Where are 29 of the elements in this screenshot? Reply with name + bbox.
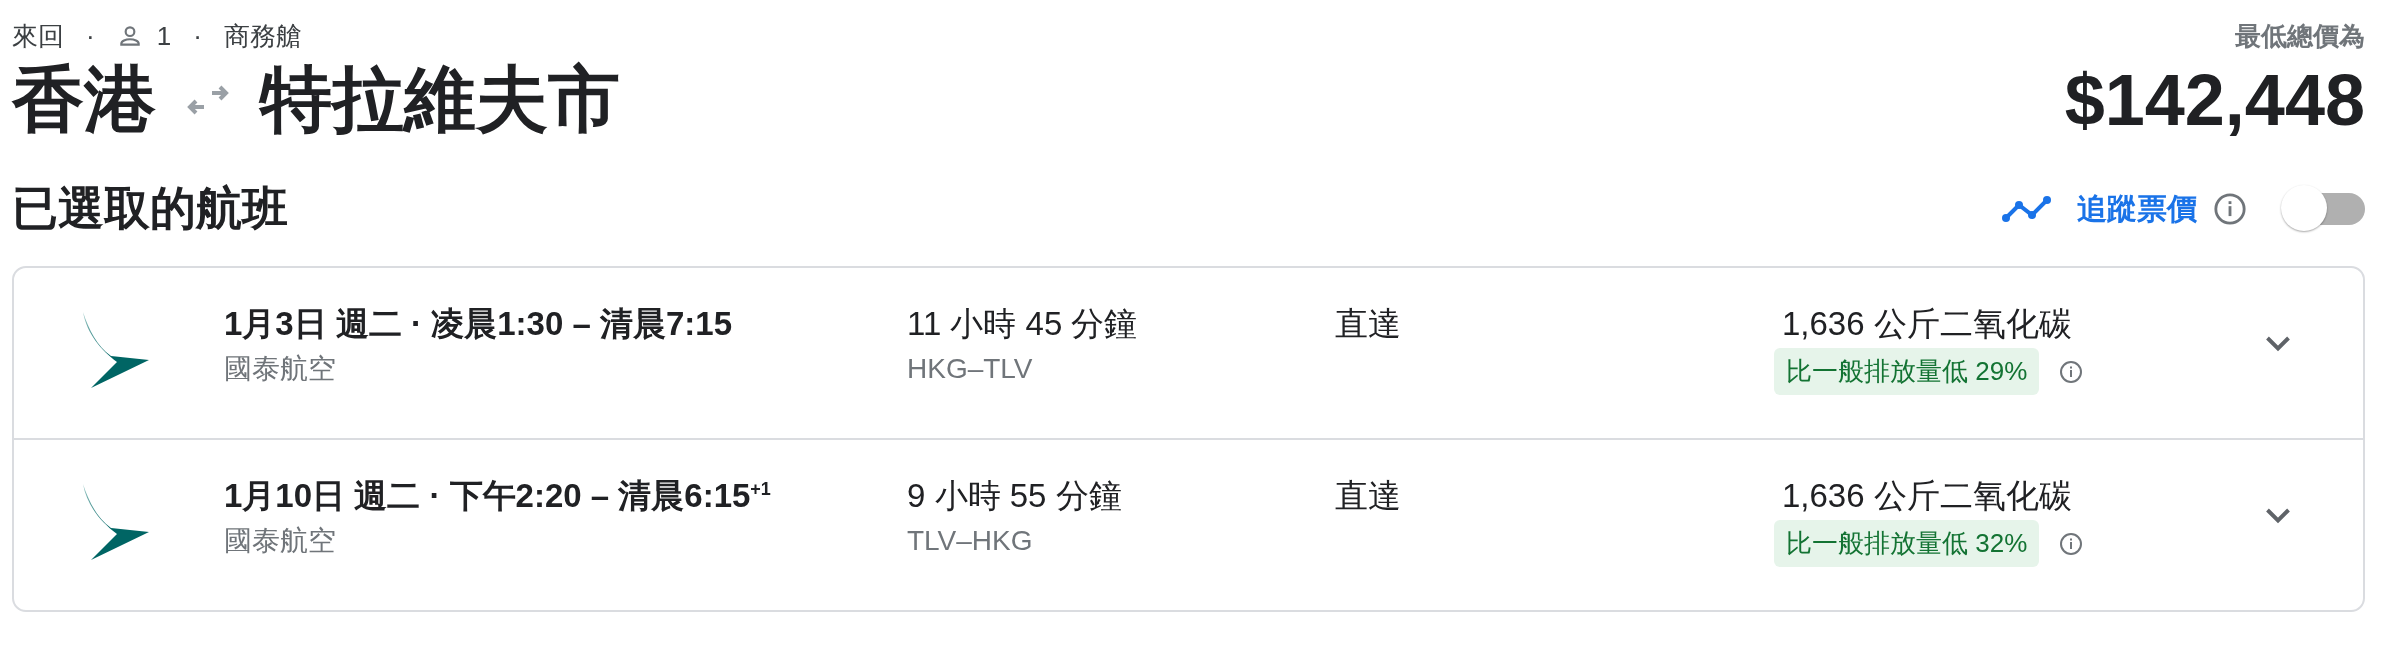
total-price: $142,448 bbox=[2064, 59, 2365, 142]
airport-codes: TLV–HKG bbox=[907, 524, 1034, 558]
info-icon bbox=[2059, 531, 2084, 556]
trip-type: 來回 bbox=[12, 19, 64, 53]
destination-city: 特拉維夫市 bbox=[260, 58, 620, 141]
separator-dot: · bbox=[86, 20, 95, 52]
emissions: 1,636 公斤二氧化碳 bbox=[1782, 476, 2073, 516]
price-label: 最低總價為 bbox=[2235, 20, 2365, 53]
airport-codes: HKG–TLV bbox=[907, 352, 1034, 386]
cabin-class: 商務艙 bbox=[223, 19, 302, 53]
trend-line-icon bbox=[2001, 195, 2053, 223]
info-icon bbox=[2213, 192, 2247, 226]
passenger-count: 1 bbox=[156, 20, 172, 52]
info-icon bbox=[2059, 359, 2084, 384]
flight-times: 1月10日 週二 · 下午2:20 – 清晨6:15$^{+1}$ bbox=[224, 476, 772, 516]
track-prices-label: 追蹤票價 bbox=[2077, 190, 2197, 227]
section-title: 已選取的航班 bbox=[12, 181, 288, 236]
stops-info: 直達 bbox=[1335, 476, 1402, 516]
origin-city: 香港 bbox=[12, 58, 156, 141]
airline-name: 國泰航空 bbox=[224, 524, 337, 558]
stops-info: 直達 bbox=[1335, 304, 1402, 344]
emissions-badge: 比一般排放量低 29% bbox=[1774, 348, 2040, 395]
flight-times: 1月3日 週二 · 凌晨1:30 – 清晨7:15 bbox=[224, 304, 733, 344]
flight-duration: 11 小時 45 分鐘 bbox=[907, 304, 1139, 344]
flight-duration: 9 小時 55 分鐘 bbox=[907, 476, 1123, 516]
emissions: 1,636 公斤二氧化碳 bbox=[1782, 304, 2073, 344]
separator-dot: · bbox=[193, 20, 202, 52]
emissions-badge: 比一般排放量低 32% bbox=[1774, 520, 2040, 567]
airline-name: 國泰航空 bbox=[224, 352, 337, 386]
